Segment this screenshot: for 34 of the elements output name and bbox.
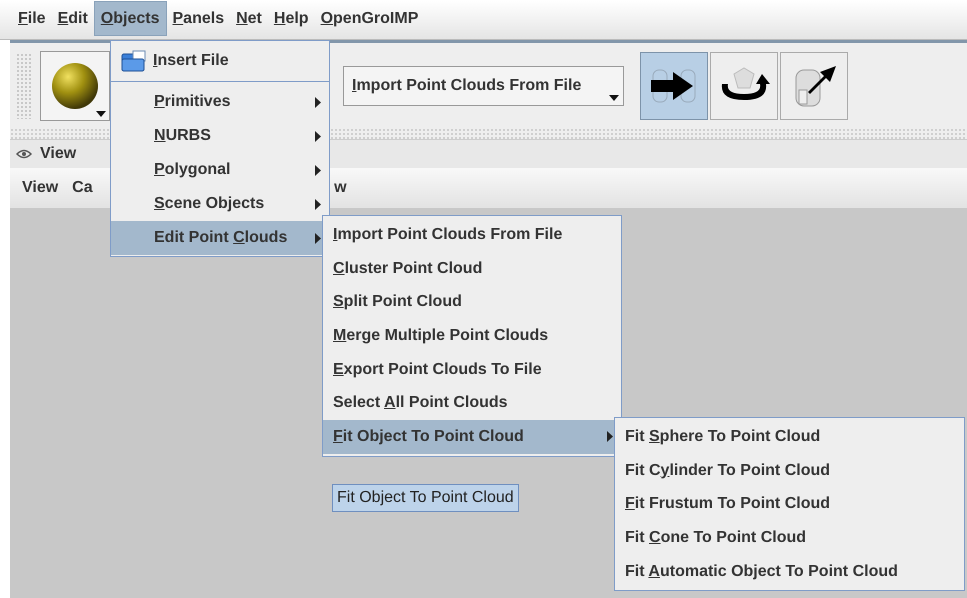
menu-bar-item[interactable]: OpenGroIMP xyxy=(314,1,424,36)
menu-item[interactable]: Export Point Clouds To File xyxy=(323,352,621,386)
import-combo-box[interactable]: Import Point Clouds From File xyxy=(343,66,624,106)
menu-bar-item[interactable]: Objects xyxy=(94,1,166,36)
menu-item[interactable]: Fit Automatic Object To Point Cloud xyxy=(615,554,964,588)
menu-bar-item[interactable]: Panels xyxy=(166,1,230,36)
menu-item[interactable]: Primitives xyxy=(111,85,329,119)
folder-icon xyxy=(121,50,147,72)
menu-item[interactable]: NURBS xyxy=(111,119,329,153)
menu-bar-item[interactable]: Net xyxy=(230,1,268,36)
tool-button[interactable] xyxy=(710,52,778,120)
menu-item[interactable]: Polygonal xyxy=(111,153,329,187)
menu-bar-item[interactable]: File xyxy=(12,1,52,36)
menu-item[interactable]: Insert File xyxy=(111,42,329,80)
view-menu-item[interactable]: View xyxy=(22,176,58,200)
menu-item[interactable]: Fit Cylinder To Point Cloud xyxy=(615,454,964,488)
sphere-button[interactable] xyxy=(40,50,110,120)
eye-icon xyxy=(16,149,32,159)
view-panel-title: View xyxy=(40,144,76,164)
dropdown-caret-icon xyxy=(609,94,619,100)
menu-item[interactable]: Fit Cone To Point Cloud xyxy=(615,521,964,555)
menu-bar-item[interactable]: Edit xyxy=(52,1,94,36)
tool-button[interactable] xyxy=(640,52,708,120)
menu-item[interactable]: Split Point Cloud xyxy=(323,285,621,320)
menu-item[interactable]: Merge Multiple Point Clouds xyxy=(323,319,621,353)
view-menu-item[interactable]: w xyxy=(334,176,347,200)
menu-bar-item[interactable]: Help xyxy=(268,1,315,36)
menu-item[interactable]: Scene Objects xyxy=(111,187,329,221)
fit-object-label: Fit Object To Point Cloud xyxy=(332,484,519,512)
menu-item[interactable]: Select All Point Clouds xyxy=(323,386,621,420)
sphere-icon xyxy=(51,62,99,110)
menu-item[interactable]: Fit Frustum To Point Cloud xyxy=(615,487,964,522)
dropdown-caret-icon xyxy=(96,110,106,116)
tool-button[interactable] xyxy=(780,52,848,120)
